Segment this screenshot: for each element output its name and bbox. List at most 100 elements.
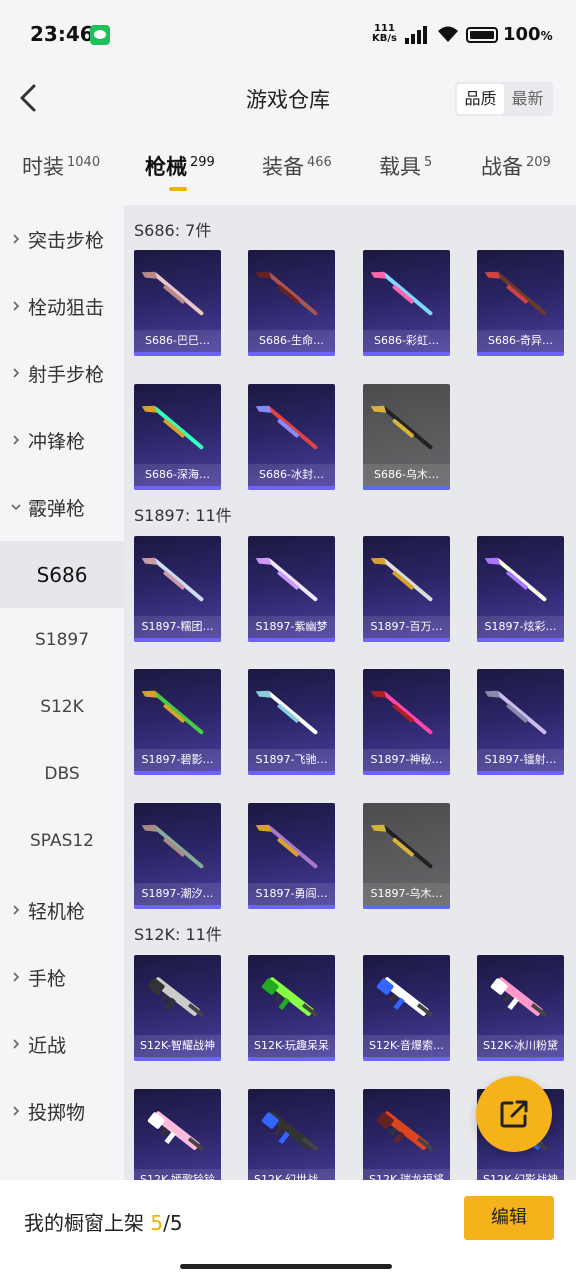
weapon-skin-name: S1897-紫幽梦	[248, 616, 335, 638]
sort-newest-option[interactable]: 最新	[504, 84, 551, 114]
weapon-skin-name: S12K-瑞龙福将	[363, 1169, 450, 1180]
sidebar-item-smg[interactable]: 冲锋枪	[0, 406, 124, 473]
weapon-skin-name: S686-冰封…	[248, 464, 335, 486]
rarity-bar	[248, 771, 335, 775]
weapon-skin-card[interactable]: S1897-勇阎…	[248, 803, 335, 909]
weapon-skin-card[interactable]: S686-巴巳…	[134, 250, 221, 356]
shotgun-image	[255, 405, 318, 450]
rarity-bar	[248, 638, 335, 642]
weapon-skin-name: S12K-嫣歌铃铃	[134, 1169, 221, 1180]
rarity-bar	[363, 486, 450, 490]
section-title: S1897: 11件	[134, 506, 232, 525]
shotgun-image	[255, 557, 318, 602]
weapon-skin-name: S686-生命…	[248, 330, 335, 352]
rarity-bar	[134, 638, 221, 642]
weapon-skin-name: S686-巴巳…	[134, 330, 221, 352]
rifle-image	[261, 977, 319, 1018]
sidebar-item-pistol[interactable]: 手枪	[0, 943, 124, 1010]
sidebar-sub-s1897[interactable]: S1897	[0, 608, 124, 675]
wechat-notification-icon	[90, 25, 110, 45]
weapon-skin-card[interactable]: S1897-糯团…	[134, 536, 221, 642]
sidebar-item-bolt-sniper[interactable]: 栓动狙击	[0, 272, 124, 339]
external-link-icon	[500, 1100, 528, 1128]
chevron-down-icon	[11, 504, 21, 511]
rifle-image	[376, 977, 434, 1018]
weapon-skin-card[interactable]: S12K-嫣歌铃铃	[134, 1089, 221, 1180]
tab-fashion[interactable]: 时装 1040	[22, 151, 100, 197]
weapon-skin-name: S1897-勇阎…	[248, 883, 335, 905]
share-button[interactable]	[476, 1076, 552, 1152]
section-title: S686: 7件	[134, 221, 212, 240]
weapon-skin-card[interactable]: S686-生命…	[248, 250, 335, 356]
home-indicator[interactable]	[180, 1264, 392, 1269]
weapon-skin-card[interactable]: S686-彩虹…	[363, 250, 450, 356]
weapon-skin-card[interactable]: S686-乌木…	[363, 384, 450, 490]
weapon-skin-name: S12K-幻世战…	[248, 1169, 335, 1180]
chevron-right-icon	[13, 1039, 20, 1049]
weapon-skin-card[interactable]: S1897-紫幽梦	[248, 536, 335, 642]
rarity-bar	[134, 486, 221, 490]
rifle-image	[490, 977, 548, 1018]
sort-toggle[interactable]: 品质 最新	[455, 82, 553, 116]
weapon-skin-card[interactable]: S686-冰封…	[248, 384, 335, 490]
rifle-image	[376, 1111, 434, 1152]
rarity-bar	[477, 1057, 564, 1061]
chevron-right-icon	[13, 905, 20, 915]
tab-vehicles[interactable]: 载具 5	[379, 151, 432, 197]
shotgun-image	[141, 405, 204, 450]
weapon-skin-card[interactable]: S12K-瑞龙福将	[363, 1089, 450, 1180]
tab-guns[interactable]: 枪械 299	[145, 151, 215, 197]
weapon-skin-card[interactable]: S1897-镭射…	[477, 669, 564, 775]
chevron-right-icon	[13, 301, 20, 311]
tab-equipment[interactable]: 装备 466	[262, 151, 332, 197]
weapon-skin-name: S1897-炫彩…	[477, 616, 564, 638]
wifi-icon	[438, 26, 458, 42]
sidebar-item-assault-rifle[interactable]: 突击步枪	[0, 205, 124, 272]
weapon-skin-card[interactable]: S1897-飞驰…	[248, 669, 335, 775]
rarity-bar	[477, 352, 564, 356]
rifle-image	[261, 1111, 319, 1152]
network-speed: 111 KB/s	[372, 23, 397, 44]
item-grid[interactable]: S686: 7件 S1897: 11件 S12K: 11件 S686-巴巳… S…	[124, 205, 576, 1180]
sidebar-sub-dbs[interactable]: DBS	[0, 742, 124, 809]
weapon-skin-card[interactable]: S12K-玩趣呆呆	[248, 955, 335, 1061]
weapon-skin-name: S1897-糯团…	[134, 616, 221, 638]
rarity-bar	[248, 486, 335, 490]
sidebar-item-throwable[interactable]: 投掷物	[0, 1077, 124, 1144]
tab-supplies[interactable]: 战备 209	[481, 151, 551, 197]
sidebar-item-marksman-rifle[interactable]: 射手步枪	[0, 339, 124, 406]
header: 游戏仓库 品质 最新	[0, 70, 576, 130]
weapon-skin-name: S1897-潮汐…	[134, 883, 221, 905]
weapon-skin-card[interactable]: S12K-幻世战…	[248, 1089, 335, 1180]
weapon-skin-card[interactable]: S686-深海…	[134, 384, 221, 490]
weapon-skin-card[interactable]: S1897-乌木…	[363, 803, 450, 909]
shotgun-image	[370, 271, 433, 316]
sidebar-sub-s686[interactable]: S686	[0, 541, 124, 608]
sidebar-item-shotgun[interactable]: 霰弹枪	[0, 473, 124, 540]
showcase-status: 我的橱窗上架 5/5	[24, 1211, 183, 1235]
weapon-skin-card[interactable]: S1897-神秘…	[363, 669, 450, 775]
sidebar-sub-s12k[interactable]: S12K	[0, 675, 124, 742]
shotgun-image	[141, 271, 204, 316]
shotgun-image	[370, 690, 433, 735]
edit-button[interactable]: 编辑	[464, 1196, 554, 1240]
sort-quality-option[interactable]: 品质	[457, 84, 504, 114]
weapon-skin-card[interactable]: S1897-炫彩…	[477, 536, 564, 642]
weapon-skin-card[interactable]: S12K-音爆索…	[363, 955, 450, 1061]
weapon-skin-name: S12K-冰川粉黛	[477, 1035, 564, 1057]
rarity-bar	[363, 352, 450, 356]
status-time: 23:46	[30, 22, 94, 46]
weapon-skin-card[interactable]: S12K-智耀战神	[134, 955, 221, 1061]
sidebar-sub-spas12[interactable]: SPAS12	[0, 809, 124, 876]
status-bar: 23:46 111 KB/s 100%	[0, 0, 576, 70]
weapon-skin-card[interactable]: S1897-百万…	[363, 536, 450, 642]
weapon-skin-name: S1897-神秘…	[363, 749, 450, 771]
sidebar-item-melee[interactable]: 近战	[0, 1010, 124, 1077]
weapon-skin-card[interactable]: S686-奇异…	[477, 250, 564, 356]
weapon-skin-card[interactable]: S1897-碧影…	[134, 669, 221, 775]
sidebar-item-lmg[interactable]: 轻机枪	[0, 876, 124, 943]
weapon-skin-card[interactable]: S12K-冰川粉黛	[477, 955, 564, 1061]
weapon-skin-name: S1897-镭射…	[477, 749, 564, 771]
weapon-skin-card[interactable]: S1897-潮汐…	[134, 803, 221, 909]
rarity-bar	[134, 1057, 221, 1061]
